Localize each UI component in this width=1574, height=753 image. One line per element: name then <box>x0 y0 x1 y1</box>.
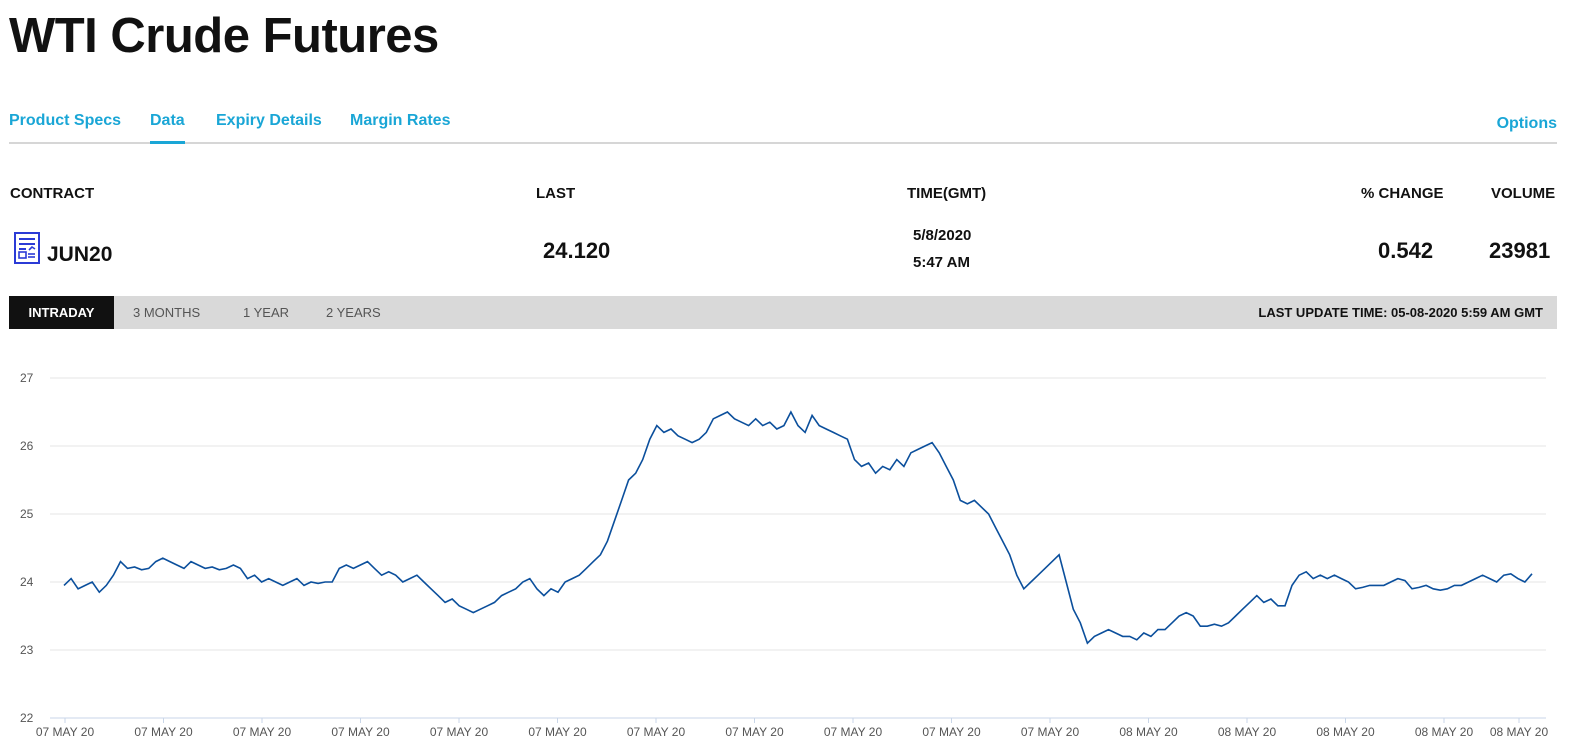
trade-date: 5/8/2020 <box>913 227 972 244</box>
x-tick-label: 07 MAY 20 <box>331 725 390 739</box>
y-tick-label: 25 <box>20 507 34 521</box>
price-series-line <box>63 410 1533 645</box>
x-tick-label: 07 MAY 20 <box>922 725 981 739</box>
x-tick-label: 08 MAY 20 <box>1490 725 1549 739</box>
y-tick-label: 26 <box>20 439 34 453</box>
tab-expiry-details[interactable]: Expiry Details <box>216 112 322 130</box>
contract-spec-icon[interactable] <box>14 232 40 264</box>
x-tick-label: 07 MAY 20 <box>1021 725 1080 739</box>
x-tick-label: 07 MAY 20 <box>233 725 292 739</box>
header-contract: CONTRACT <box>10 185 95 202</box>
y-tick-label: 24 <box>20 575 34 589</box>
intraday-price-chart: 22 23 24 25 26 27 07 MAY 20 07 MAY 20 07 MAY 20… <box>20 371 1549 739</box>
range-selector: INTRADAY 3 MONTHS 1 YEAR 2 YEARS LAST UP… <box>9 296 1557 329</box>
page-title: WTI Crude Futures <box>9 9 439 63</box>
header-volume: VOLUME <box>1491 185 1556 202</box>
last-update-time: LAST UPDATE TIME: 05-08-2020 5:59 AM GMT <box>1258 305 1543 320</box>
x-tick-label: 07 MAY 20 <box>430 725 489 739</box>
tab-product-specs[interactable]: Product Specs <box>9 112 121 130</box>
last-price: 24.120 <box>543 238 611 263</box>
header-last: LAST <box>536 185 576 202</box>
x-tick-label: 08 MAY 20 <box>1119 725 1178 739</box>
x-tick-label: 07 MAY 20 <box>725 725 784 739</box>
range-tab-intraday[interactable]: INTRADAY <box>9 296 114 329</box>
tab-margin-rates[interactable]: Margin Rates <box>350 112 450 130</box>
y-tick-label: 22 <box>20 711 34 725</box>
x-tick-label: 08 MAY 20 <box>1415 725 1474 739</box>
x-tick-label: 08 MAY 20 <box>1218 725 1277 739</box>
x-tick-label: 07 MAY 20 <box>134 725 193 739</box>
x-tick-label: 07 MAY 20 <box>824 725 883 739</box>
x-tick-label: 07 MAY 20 <box>627 725 686 739</box>
y-tick-label: 23 <box>20 643 34 657</box>
trade-time: 5:47 AM <box>913 254 970 271</box>
product-tabs: Product Specs Data Expiry Details Margin… <box>9 106 1557 144</box>
range-tab-1-year[interactable]: 1 YEAR <box>243 296 289 329</box>
header-change: % CHANGE <box>1361 185 1444 202</box>
contract-name[interactable]: JUN20 <box>47 243 112 267</box>
range-tab-3-months[interactable]: 3 MONTHS <box>133 296 200 329</box>
x-tick-label: 08 MAY 20 <box>1316 725 1375 739</box>
range-tab-2-years[interactable]: 2 YEARS <box>326 296 381 329</box>
volume-value: 23981 <box>1489 238 1551 263</box>
tab-data[interactable]: Data <box>150 112 185 144</box>
header-time: TIME(GMT) <box>907 185 987 202</box>
y-tick-label: 27 <box>20 371 34 385</box>
options-link[interactable]: Options <box>1497 115 1557 133</box>
x-tick-label: 07 MAY 20 <box>36 725 95 739</box>
percent-change: 0.542 <box>1378 238 1434 263</box>
x-tick-label: 07 MAY 20 <box>528 725 587 739</box>
